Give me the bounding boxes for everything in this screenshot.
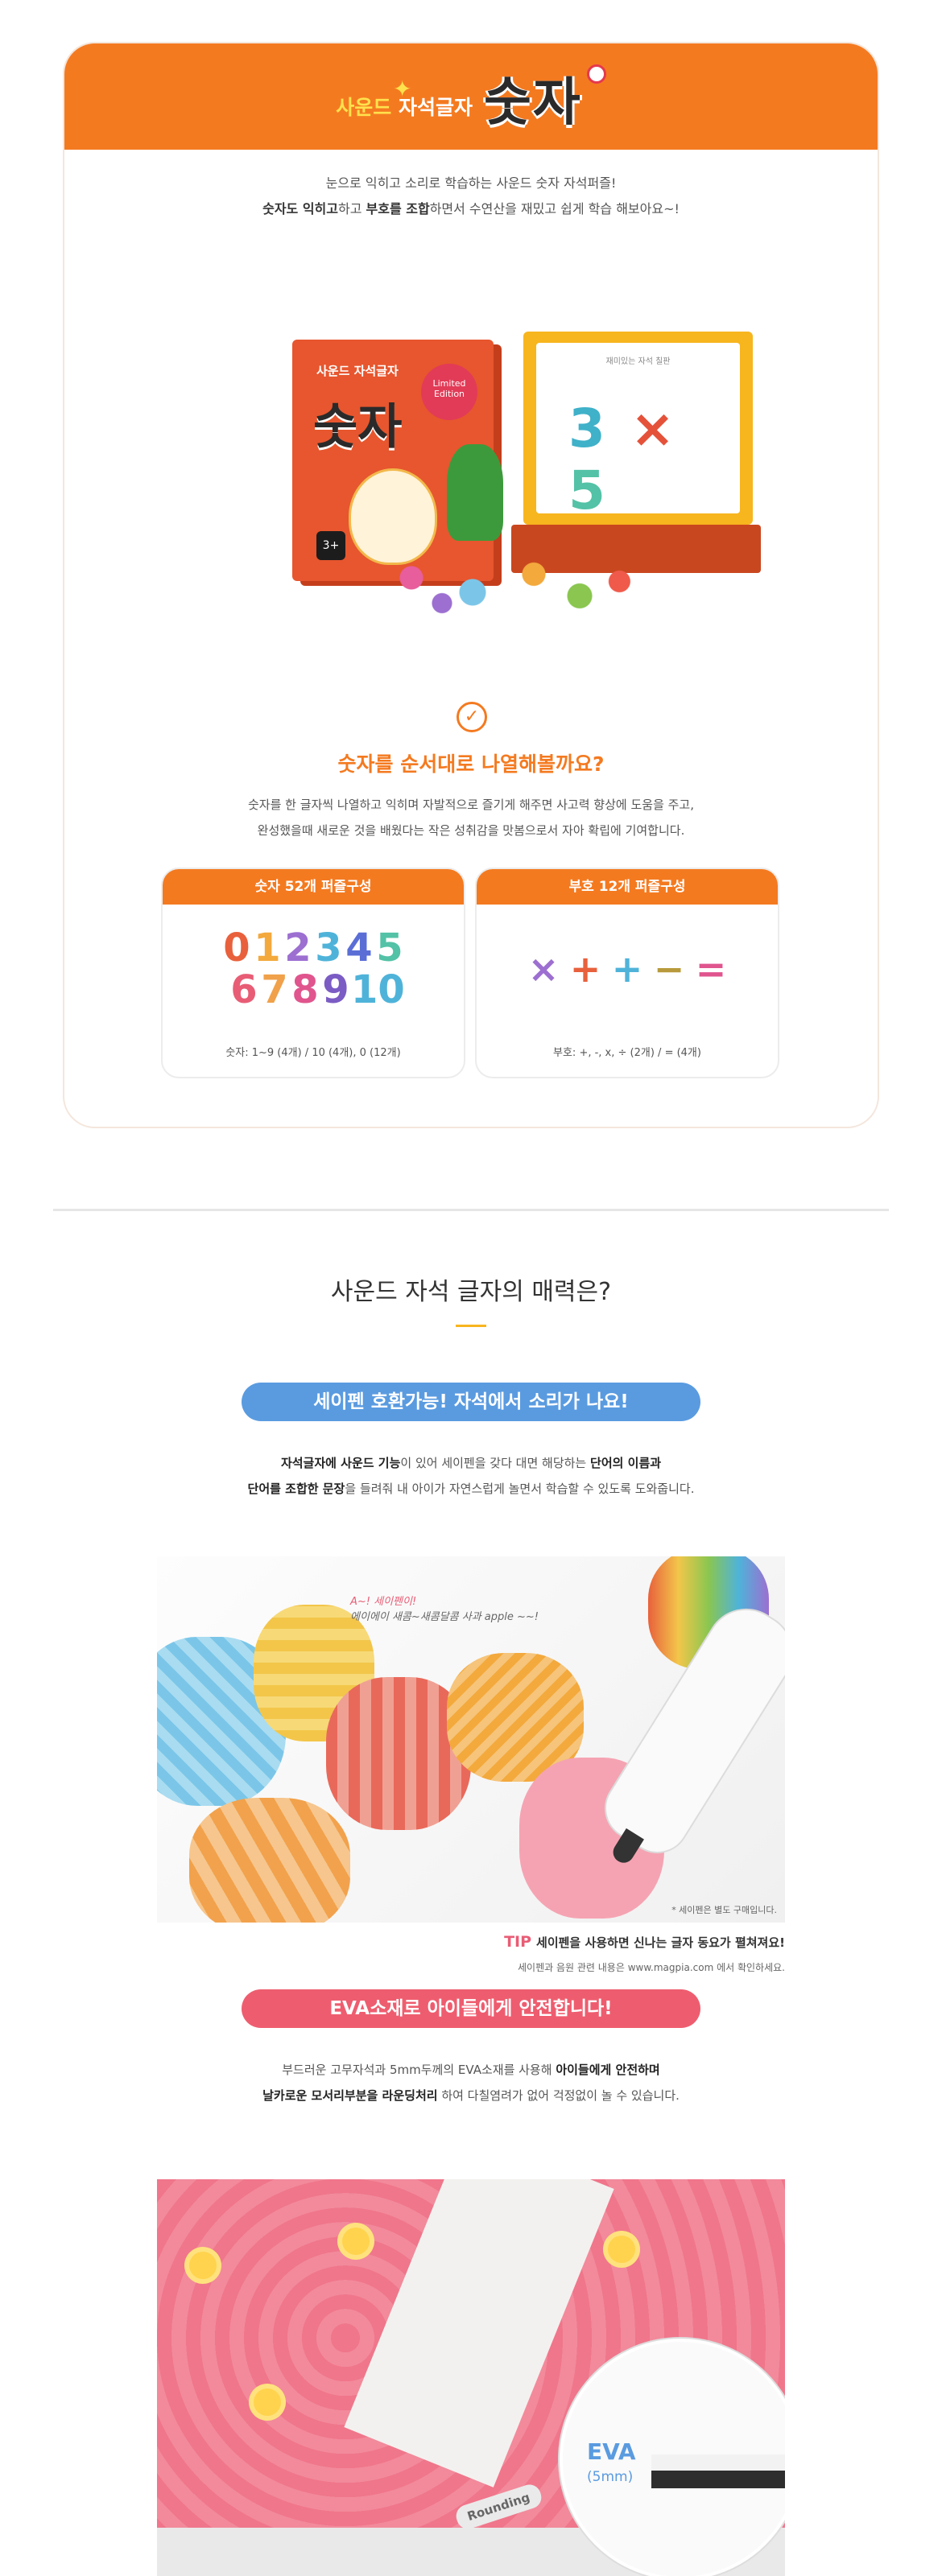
age-badge: 3+: [316, 531, 345, 560]
subtitle-rest: 자석글자: [398, 96, 473, 119]
card-header: ✦ 사운드 자석글자 숫자: [64, 43, 878, 150]
letter-piece: [189, 1798, 350, 1923]
equation-n2: 5: [568, 460, 609, 521]
digit-piece: 6: [230, 967, 258, 1012]
eva-photo: Rounding EVA (5mm): [157, 2179, 785, 2576]
symbol-piece: ×: [527, 947, 560, 991]
badge-icon: [586, 64, 606, 84]
eva-zoom-lens: EVA (5mm): [560, 2339, 785, 2576]
question-desc: 숫자를 한 글자씩 나열하고 익히며 자발적으로 즐기게 해주면 사고력 향상에…: [64, 792, 878, 843]
feature1-line2: 단어를 조합한 문장을 들려줘 내 아이가 자연스럽게 놀면서 학습할 수 있도…: [0, 1476, 942, 1502]
feature1-mid: 이 있어 세이펜을 갖다 대면 해당하는: [400, 1456, 591, 1470]
dinosaur-character-icon: [447, 444, 503, 541]
feature1-desc: 자석글자에 사운드 기능이 있어 세이펜을 갖다 대면 해당하는 단어의 이름과…: [0, 1450, 942, 1502]
numbers-panel: 숫자 52개 퍼즐구성 012345 678910 숫자: 1~9 (4개) /…: [161, 868, 465, 1078]
eva-thickness: (5mm): [587, 2469, 634, 2485]
question-title: 숫자를 순서대로 나열해볼까요?: [337, 752, 605, 776]
section-divider: [53, 1209, 889, 1211]
magnet-board: 재미있는 자석 칠판 3 × 5: [523, 332, 753, 525]
eva-layer: [651, 2454, 785, 2471]
equation-n1: 3: [568, 398, 609, 460]
numbers-panel-title: 숫자 52개 퍼즐구성: [163, 869, 464, 905]
eva-label: EVA: [587, 2438, 636, 2465]
symbols-panel: 부호 12개 퍼즐구성 × + + − = 부호: +, -, x, ÷ (2개) / …: [475, 868, 779, 1078]
title-wrap: 사운드 자석글자 숫자: [64, 61, 878, 135]
digit-row: 012345: [163, 927, 464, 969]
flower-icon: [342, 2228, 370, 2255]
intro-bold1: 숫자도 익히고: [262, 201, 338, 216]
feature1-rest: 을 들려줘 내 아이가 자연스럽게 놀면서 학습할 수 있도록 도와줍니다.: [345, 1482, 695, 1496]
whiteboard: 재미있는 자석 칠판 3 × 5: [536, 343, 740, 521]
flower-icon: [608, 2236, 635, 2263]
page-title: 숫자: [483, 73, 582, 133]
tip-text: 세이펜을 사용하면 신나는 글자 동요가 펼쳐져요!: [536, 1935, 785, 1950]
subtitle-prefix: 사운드: [336, 96, 392, 119]
limited-edition-badge: Limited Edition: [421, 364, 477, 420]
feature2-bold2: 날카로운 모서리부분을 라운딩처리: [262, 2088, 438, 2103]
intro-line2: 숫자도 익히고하고 부호를 조합하면서 수연산을 재밌고 쉽게 학습 해보아요~…: [262, 201, 680, 216]
digit-piece: 0: [223, 925, 250, 971]
tip-sub: 세이펜과 음원 관련 내용은 www.magpia.com 에서 확인하세요.: [518, 1962, 785, 1973]
digit-piece: 3: [315, 925, 342, 971]
feature2-pill: EVA소재로 아이들에게 안전합니다!: [242, 1989, 700, 2028]
symbols-display: × + + − =: [477, 948, 778, 990]
bubble-line2: 에이에이 새콤~새콤달콤 사과 apple ~~!: [350, 1611, 539, 1623]
digit-piece: 7: [261, 967, 288, 1012]
feature2-line2: 날카로운 모서리부분을 라운딩처리 하여 다칠염려가 없어 걱정없이 놀 수 있…: [0, 2083, 942, 2108]
feature2-text1: 부드러운 고무자석과 5mm두께의 EVA소재를 사용해: [282, 2063, 556, 2077]
intro-text: 눈으로 익히고 소리로 학습하는 사운드 숫자 자석퍼즐! 숫자도 익히고하고 …: [64, 171, 878, 222]
photo-note: * 세이펜은 별도 구매입니다.: [671, 1905, 777, 1915]
symbols-note: 부호: +, -, x, ÷ (2개) / = (4개): [553, 1047, 701, 1059]
feature2-bold1: 아이들에게 안전하며: [556, 2063, 660, 2077]
speech-bubble: A~! 세이펜이! 에이에이 새콤~새콤달콤 사과 apple ~~!: [350, 1593, 539, 1623]
feature2-line1: 부드러운 고무자석과 5mm두께의 EVA소재를 사용해 아이들에게 안전하며: [0, 2057, 942, 2083]
symbol-piece: =: [695, 947, 727, 991]
section-title-underline: [456, 1325, 486, 1327]
board-label: 재미있는 자석 칠판: [605, 357, 671, 366]
digit-piece: 1: [254, 925, 281, 971]
question-line1: 숫자를 한 글자씩 나열하고 익히며 자발적으로 즐기게 해주면 사고력 향상에…: [247, 798, 695, 812]
symbol-piece: +: [569, 947, 601, 991]
feature1-bold3: 단어를 조합한 문장: [247, 1482, 345, 1496]
question-line2: 완성했을때 새로운 것을 배웠다는 작은 성취감을 맛봄으로서 자아 확립에 기…: [257, 823, 685, 838]
feature1-bold1: 자석글자에 사운드 기능: [280, 1456, 401, 1470]
flower-icon: [189, 2252, 217, 2279]
symbol-piece: +: [611, 947, 643, 991]
flower-icon: [254, 2388, 281, 2416]
digit-piece: 2: [284, 925, 312, 971]
product-image: 사운드 자석글자 숫자 Limited Edition 3+ 재미있는 자석 칠…: [205, 283, 769, 629]
check-circle-icon: ✓: [457, 702, 487, 732]
symbol-piece: −: [653, 947, 685, 991]
digit-piece: 9: [322, 967, 349, 1012]
numbers-note: 숫자: 1~9 (4개) / 10 (4개), 0 (12개): [225, 1047, 401, 1059]
bubble-line1: A~! 세이펜이!: [350, 1596, 417, 1608]
feature1-bold2: 단어의 이름과: [590, 1456, 662, 1470]
intro-line1: 눈으로 익히고 소리로 학습하는 사운드 숫자 자석퍼즐!: [325, 175, 617, 191]
tip-line: TIP 세이펜을 사용하면 신나는 글자 동요가 펼쳐져요!: [504, 1933, 785, 1951]
feature2-desc: 부드러운 고무자석과 5mm두께의 EVA소재를 사용해 아이들에게 안전하며 …: [0, 2057, 942, 2108]
title-subtitle: 사운드 자석글자: [336, 92, 473, 121]
magnet-pieces: [350, 549, 656, 621]
digit-piece: 5: [376, 925, 403, 971]
box-title: 숫자: [313, 399, 403, 455]
digit-row: 678910: [163, 969, 464, 1011]
board-equation: 3 × 5: [568, 398, 740, 521]
section-title: 사운드 자석 글자의 매력은?: [330, 1278, 612, 1306]
product-card: ✦ 사운드 자석글자 숫자 눈으로 익히고 소리로 학습하는 사운드 숫자 자석퍼…: [63, 42, 879, 1128]
feature1-line1: 자석글자에 사운드 기능이 있어 세이펜을 갖다 대면 해당하는 단어의 이름과: [0, 1450, 942, 1476]
intro-rest: 하면서 수연산을 재밌고 쉽게 학습 해보아요~!: [429, 201, 680, 216]
symbols-panel-title: 부호 12개 퍼즐구성: [477, 869, 778, 905]
digit-piece: 8: [291, 967, 319, 1012]
digits-display: 012345 678910: [163, 927, 464, 1011]
digit-piece: 10: [351, 967, 405, 1012]
equation-op: ×: [630, 398, 679, 460]
tip-label: TIP: [504, 1933, 532, 1951]
feature1-pill: 세이펜 호환가능! 자석에서 소리가 나요!: [242, 1383, 700, 1421]
saypen-photo: A~! 세이펜이! 에이에이 새콤~새콤달콤 사과 apple ~~! * 세이…: [157, 1556, 785, 1923]
intro-bold2: 부호를 조합: [366, 201, 430, 216]
magnet-layer: [651, 2471, 785, 2488]
feature2-text2: 하여 다칠염려가 없어 걱정없이 놀 수 있습니다.: [437, 2088, 680, 2103]
box-subtitle: 사운드 자석글자: [316, 364, 399, 378]
digit-piece: 4: [345, 925, 373, 971]
